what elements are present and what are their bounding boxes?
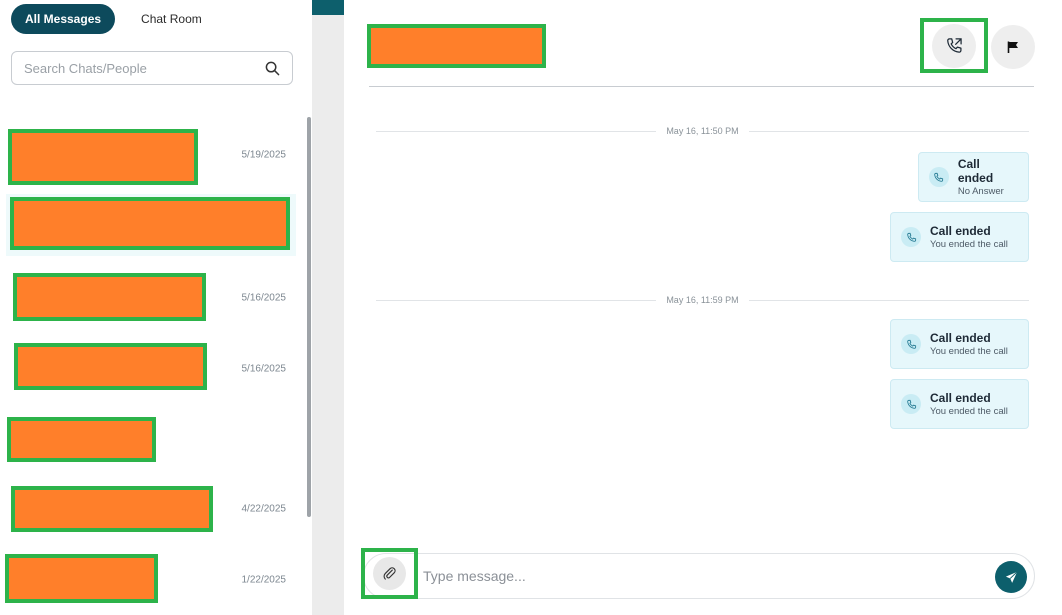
redacted-contact-name [14,343,207,390]
search-input[interactable] [24,60,264,76]
redacted-conversation-title [367,24,546,68]
call-status-title: Call ended [930,390,991,405]
paperclip-icon [383,567,396,580]
call-status-detail: You ended the call [930,405,1008,417]
message-input[interactable] [423,562,983,590]
report-flag-button[interactable] [991,25,1035,69]
tab-chat-room[interactable]: Chat Room [127,4,216,34]
send-icon [1005,571,1017,583]
call-ended-message: Call ended No Answer [918,152,1029,202]
date-separator: May 16, 11:59 PM [376,293,1029,307]
flag-icon [1007,41,1018,53]
chat-date: 4/22/2025 [241,503,287,515]
conversation-pane: May 16, 11:50 PM Call ended No Answer Ca… [344,0,1062,615]
date-separator: May 16, 11:50 PM [376,124,1029,138]
call-button-frame [920,18,988,73]
header-divider [369,86,1034,87]
search-icon[interactable] [264,60,280,76]
call-button[interactable] [932,23,976,68]
chat-list-scrollbar[interactable] [307,117,311,517]
chat-date: 5/16/2025 [241,363,287,375]
chat-list-item[interactable]: 5/16/2025 [0,267,300,329]
chat-sidebar: All Messages Chat Room 5/19/2025 5/16/20… [0,0,312,615]
chat-list-item[interactable] [0,411,300,473]
phone-icon [901,394,921,414]
tab-all-messages[interactable]: All Messages [11,4,116,34]
chat-date: 5/19/2025 [241,149,287,161]
search-box [11,51,293,85]
redacted-contact-name [10,197,290,250]
redacted-contact-name [11,486,213,532]
send-button[interactable] [995,561,1027,593]
redacted-contact-name [8,129,198,185]
call-status-title: Call ended [930,330,991,345]
attach-button[interactable] [373,557,406,590]
message-tabs: All Messages Chat Room [11,4,216,34]
phone-call-icon [947,37,962,53]
redacted-contact-name [5,554,158,603]
chat-list-item[interactable]: 5/19/2025 [0,124,300,186]
call-ended-message: Call ended You ended the call [890,379,1029,429]
date-separator-label: May 16, 11:50 PM [666,126,739,136]
date-separator-label: May 16, 11:59 PM [666,295,739,305]
call-ended-message: Call ended You ended the call [890,212,1029,262]
header-accent-strip [312,0,344,15]
chat-date: 1/22/2025 [241,574,287,586]
call-status-detail: You ended the call [930,345,1008,357]
phone-icon [901,334,921,354]
call-status-title: Call ended [957,156,994,185]
phone-icon [929,167,949,187]
chat-date: 5/16/2025 [241,292,287,304]
call-ended-message: Call ended You ended the call [890,319,1029,369]
panel-divider [312,0,344,615]
chat-list-item[interactable]: 1/22/2025 [0,549,300,611]
chat-list-item[interactable]: 5/16/2025 [0,338,300,400]
call-status-detail: No Answer [957,185,1004,197]
chat-list: 5/19/2025 5/16/2025 5/16/2025 4/22/2025 … [0,118,304,615]
attach-button-frame [361,548,418,599]
call-status-title: Call ended [930,223,991,238]
call-status-detail: You ended the call [930,238,1008,250]
chat-list-item-selected[interactable] [6,194,296,256]
redacted-contact-name [13,273,206,321]
chat-list-item[interactable]: 4/22/2025 [0,478,300,540]
phone-icon [901,227,921,247]
redacted-contact-name [7,417,156,462]
